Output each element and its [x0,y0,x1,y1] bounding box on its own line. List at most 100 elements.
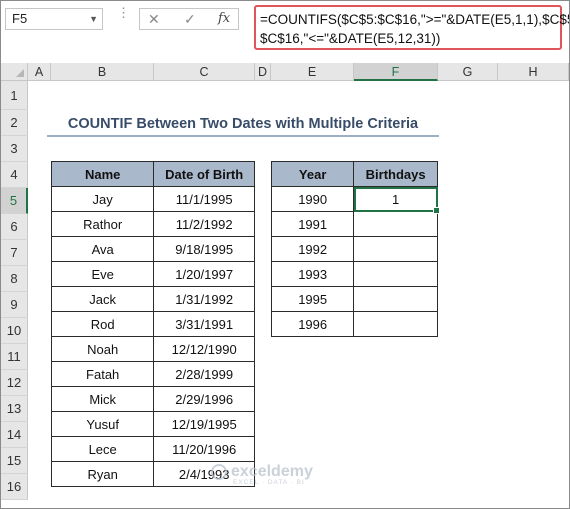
table-row: Lece 11/20/1996 [50,436,255,462]
table-row: 1995 [270,286,438,312]
table-row: Mick 2/29/1996 [50,386,255,412]
row-header-9[interactable]: 9 [1,292,28,318]
row-header-2[interactable]: 2 [1,110,28,136]
row-header-8[interactable]: 8 [1,266,28,292]
enter-icon[interactable]: ✓ [184,11,196,28]
row-header-14[interactable]: 14 [1,422,28,448]
name-cell[interactable]: Fatah [50,361,155,387]
header-birthdays[interactable]: Birthdays [353,161,438,187]
name-cell[interactable]: Yusuf [50,411,155,437]
date-cell[interactable]: 1/20/1997 [153,261,255,287]
watermark: exceldemy EXCEL · DATA · BI [211,463,313,486]
table-row: Jay 11/1/1995 [50,186,255,212]
name-cell[interactable]: Ava [50,236,155,262]
chevron-down-icon[interactable]: ▼ [89,9,98,29]
name-cell[interactable]: Eve [50,261,155,287]
select-all-button[interactable] [1,63,28,81]
birthdays-cell[interactable] [353,211,438,237]
date-cell[interactable]: 9/18/1995 [153,236,255,262]
formula-bar-area: F5 ▼ ⋮ ✕ ✓ fx =COUNTIFS($C$5:$C$16,">="&… [1,1,569,57]
excel-window: F5 ▼ ⋮ ✕ ✓ fx =COUNTIFS($C$5:$C$16,">="&… [0,0,570,509]
date-cell[interactable]: 12/12/1990 [153,336,255,362]
row-header-12[interactable]: 12 [1,370,28,396]
table-row: Eve 1/20/1997 [50,261,255,287]
table-row: 1996 [270,311,438,337]
date-cell[interactable]: 11/20/1996 [153,436,255,462]
formula-line-1: =COUNTIFS($C$5:$C$16,">="&DATE(E5,1,1),$… [260,12,570,27]
table-header-row: Year Birthdays [270,161,438,187]
header-date-of-birth[interactable]: Date of Birth [153,161,255,187]
year-cell[interactable]: 1996 [270,311,355,337]
table-row: Fatah 2/28/1999 [50,361,255,387]
row-header-16[interactable]: 16 [1,474,28,500]
year-cell[interactable]: 1991 [270,211,355,237]
year-cell[interactable]: 1990 [270,186,355,212]
table-row: Yusuf 12/19/1995 [50,411,255,437]
birthdays-cell[interactable] [353,236,438,262]
table-row: 1993 [270,261,438,287]
name-cell[interactable]: Rathor [50,211,155,237]
date-cell[interactable]: 2/28/1999 [153,361,255,387]
name-box-value: F5 [12,11,28,26]
table-row: Rod 3/31/1991 [50,311,255,337]
column-header-d[interactable]: D [255,63,271,81]
column-header-a[interactable]: A [28,63,51,81]
table-row: 1990 1 [270,186,441,215]
row-header-11[interactable]: 11 [1,344,28,370]
date-cell[interactable]: 11/1/1995 [153,186,255,212]
date-cell[interactable]: 1/31/1992 [153,286,255,312]
birthday-count-table: Year Birthdays 1990 1 1991 1992 1993 1995… [270,161,441,337]
column-header-e[interactable]: E [271,63,354,81]
name-cell[interactable]: Jay [50,186,155,212]
insert-function-icon[interactable]: fx [218,11,230,26]
birthdays-cell[interactable] [353,311,438,337]
date-cell[interactable]: 2/29/1996 [153,386,255,412]
row-header-13[interactable]: 13 [1,396,28,422]
header-year[interactable]: Year [270,161,355,187]
column-header-c[interactable]: C [154,63,255,81]
column-header-b[interactable]: B [51,63,154,81]
column-header-g[interactable]: G [438,63,498,81]
cancel-icon[interactable]: ✕ [148,11,160,28]
date-cell[interactable]: 11/2/1992 [153,211,255,237]
row-header-10[interactable]: 10 [1,318,28,344]
row-header-6[interactable]: 6 [1,214,28,240]
name-cell[interactable]: Mick [50,386,155,412]
row-header-1[interactable]: 1 [1,81,28,110]
table-row: 1991 [270,211,438,237]
name-box[interactable]: F5 ▼ [5,8,103,30]
date-cell[interactable]: 12/19/1995 [153,411,255,437]
formula-input[interactable]: =COUNTIFS($C$5:$C$16,">="&DATE(E5,1,1),$… [254,5,569,50]
name-cell[interactable]: Noah [50,336,155,362]
row-header-3[interactable]: 3 [1,136,28,162]
birthdays-cell-active[interactable]: 1 [353,186,441,215]
column-header-h[interactable]: H [498,63,569,81]
sheet-title[interactable]: COUNTIF Between Two Dates with Multiple … [47,113,439,137]
table-header-row: Name Date of Birth [50,161,255,187]
row-header-7[interactable]: 7 [1,240,28,266]
column-header-f[interactable]: F [354,63,438,81]
formula-buttons: ✕ ✓ fx [139,8,239,30]
year-cell[interactable]: 1992 [270,236,355,262]
table-row: 1992 [270,236,438,262]
watermark-tagline: EXCEL · DATA · BI [233,479,305,486]
row-header-15[interactable]: 15 [1,448,28,474]
name-cell[interactable]: Jack [50,286,155,312]
header-name[interactable]: Name [50,161,155,187]
birthdays-cell[interactable] [353,286,438,312]
year-cell[interactable]: 1995 [270,286,355,312]
row-header-5[interactable]: 5 [1,188,28,214]
drag-handle-icon[interactable]: ⋮ [117,6,130,28]
row-header-4[interactable]: 4 [1,162,28,188]
name-cell[interactable]: Ryan [50,461,155,487]
table-row: Jack 1/31/1992 [50,286,255,312]
name-cell[interactable]: Lece [50,436,155,462]
date-cell[interactable]: 3/31/1991 [153,311,255,337]
name-cell[interactable]: Rod [50,311,155,337]
table-row: Ava 9/18/1995 [50,236,255,262]
table-row: Rathor 11/2/1992 [50,211,255,237]
exceldemy-logo-icon [211,463,227,480]
birthdays-cell[interactable] [353,261,438,287]
year-cell[interactable]: 1993 [270,261,355,287]
table-row: Noah 12/12/1990 [50,336,255,362]
